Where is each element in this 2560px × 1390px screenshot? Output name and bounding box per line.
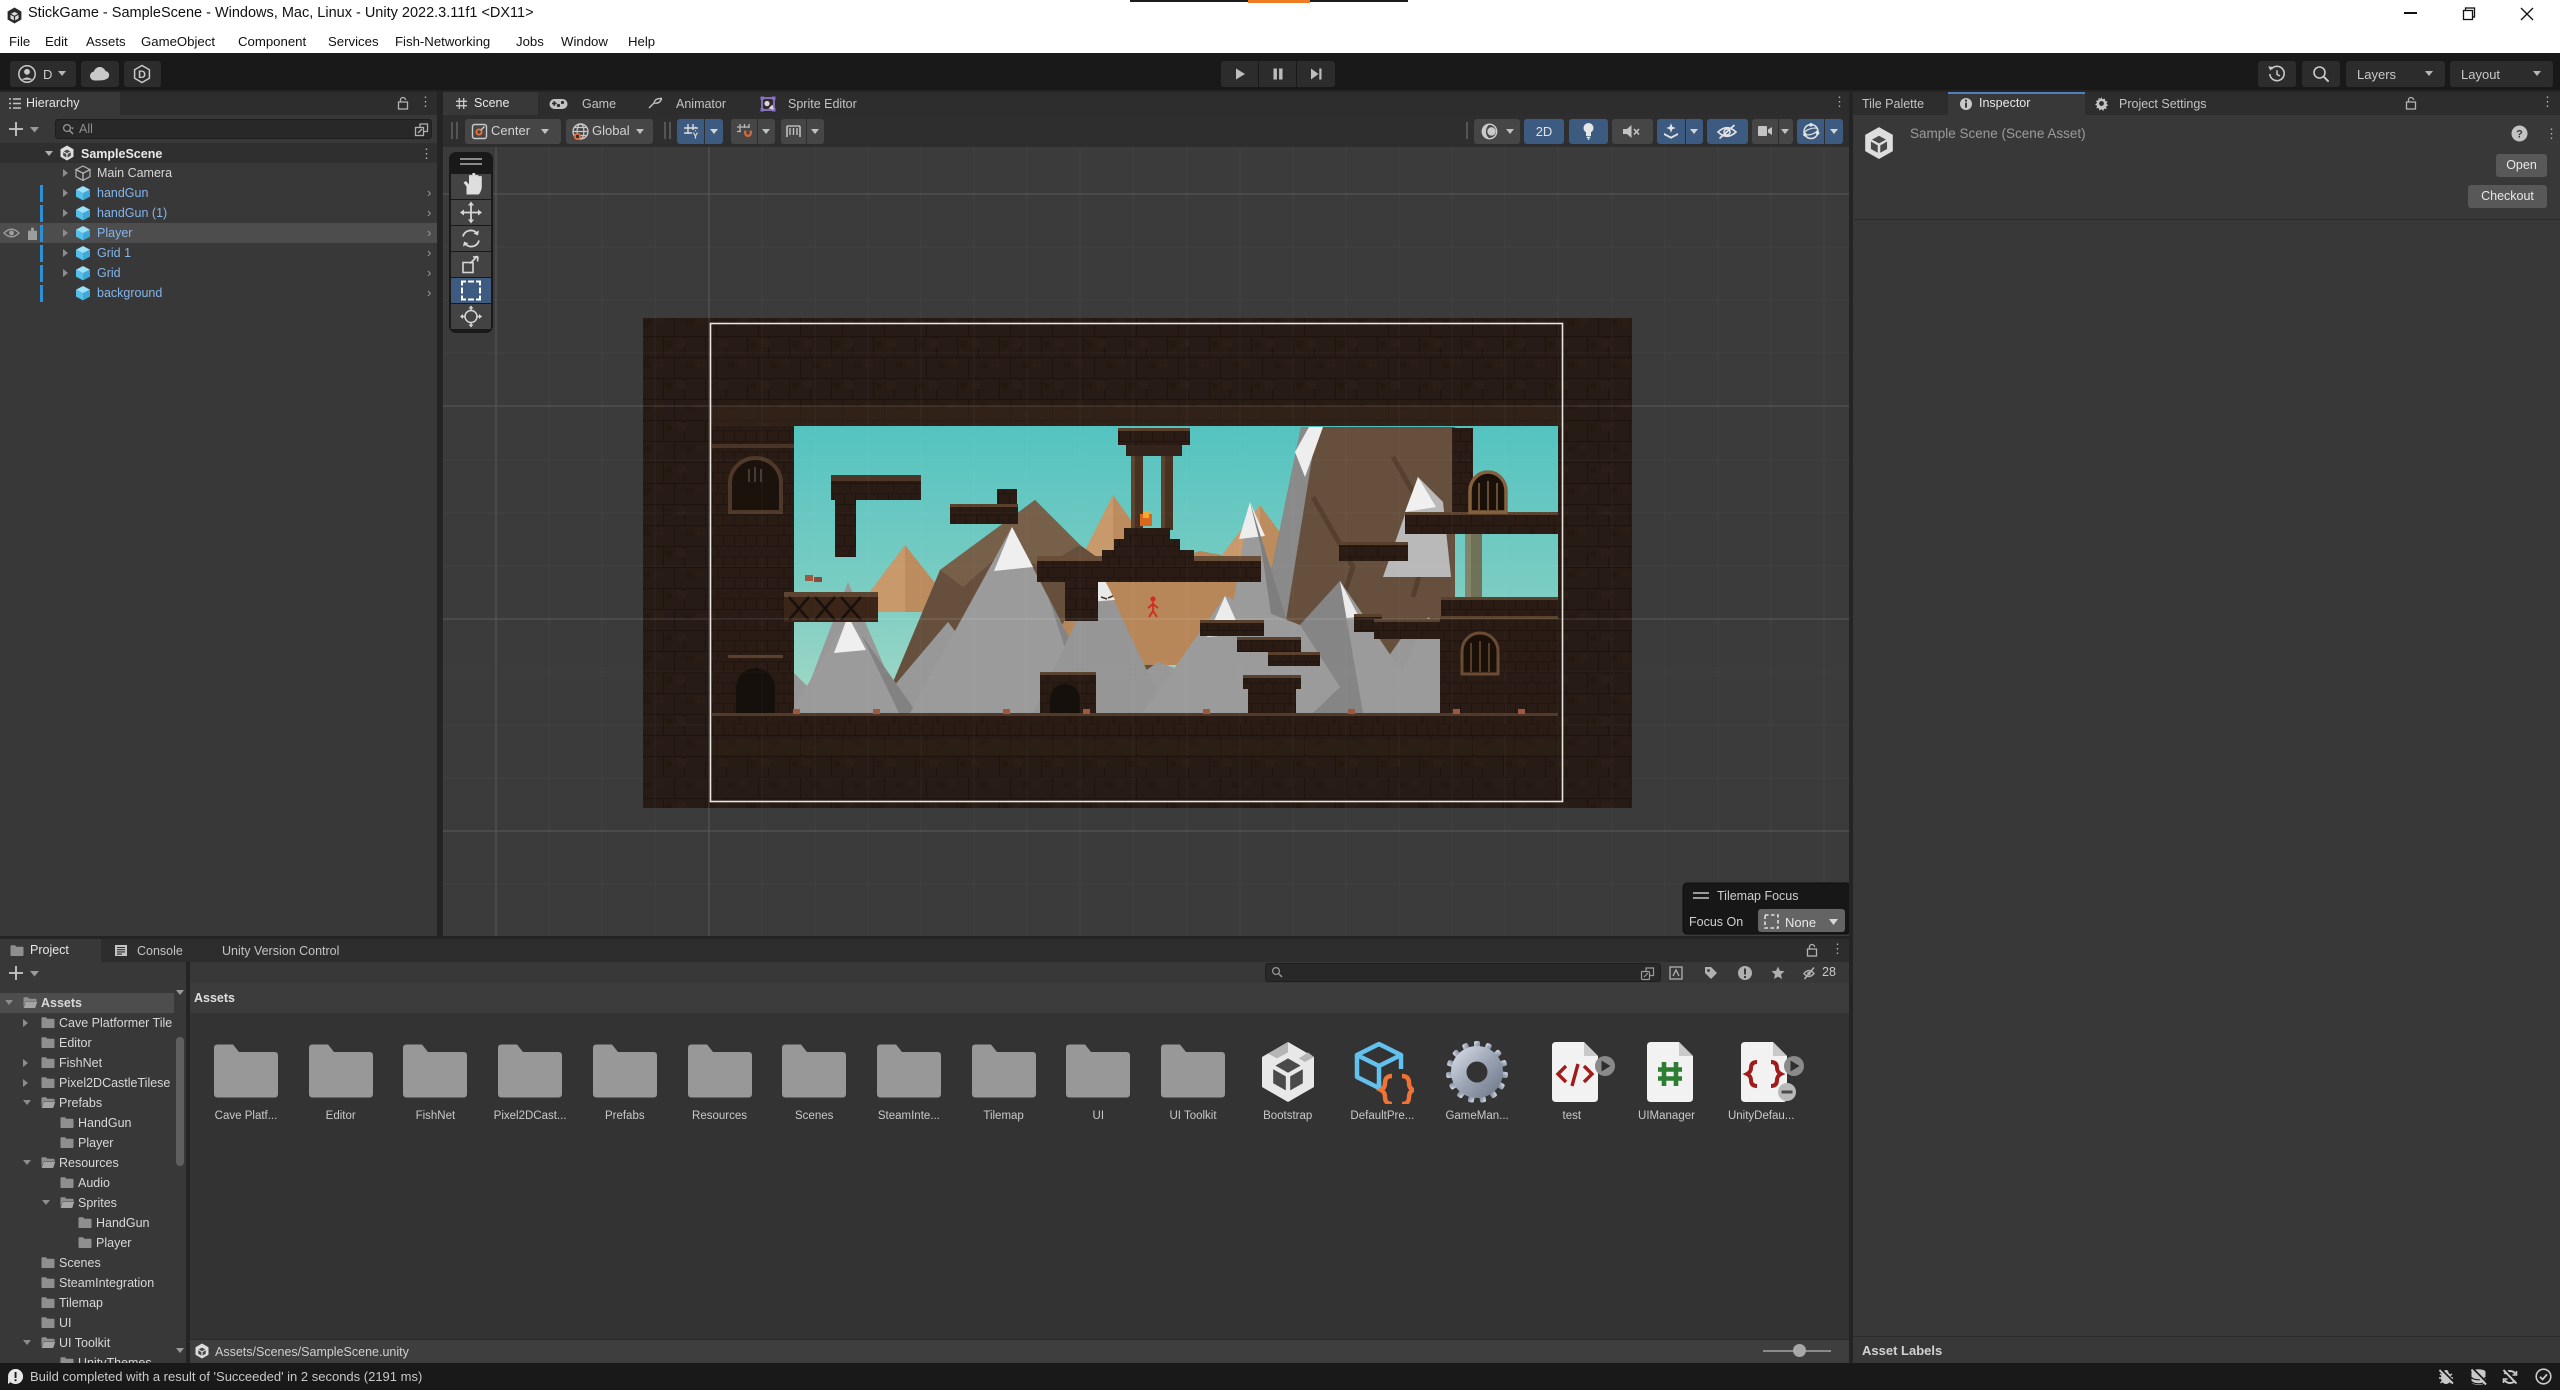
svg-text:?: ? (2516, 129, 2523, 141)
svg-text:None: None (1785, 915, 1816, 930)
svg-text:D: D (138, 69, 146, 81)
svg-text:Focus On: Focus On (1689, 915, 1743, 929)
svg-text:Tilemap Focus: Tilemap Focus (1717, 889, 1799, 903)
svg-text:Y: Y (693, 131, 699, 140)
